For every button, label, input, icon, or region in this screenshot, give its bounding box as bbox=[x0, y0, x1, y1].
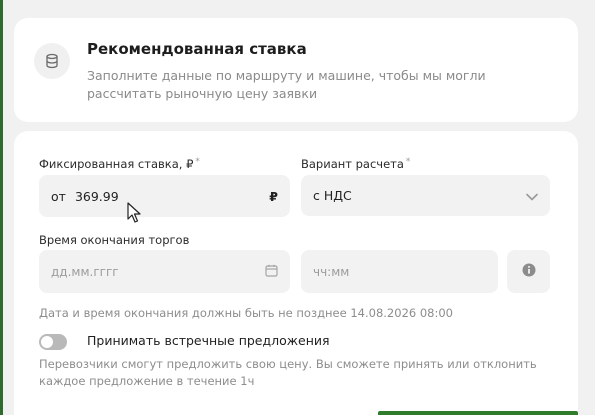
rate-prefix: от bbox=[51, 188, 66, 204]
time-placeholder: чч:мм bbox=[313, 264, 350, 279]
calendar-icon[interactable] bbox=[265, 262, 278, 281]
required-mark-2: * bbox=[405, 157, 411, 167]
counter-offers-label: Принимать встречные предложения bbox=[87, 333, 330, 348]
end-time-label: Время окончания торгов bbox=[39, 233, 190, 247]
bottom-action-strip bbox=[378, 411, 578, 415]
info-button[interactable] bbox=[507, 250, 550, 293]
counter-offers-hint: Перевозчики смогут предложить свою цену.… bbox=[39, 357, 537, 388]
deadline-hint: Дата и время окончания должны быть не по… bbox=[39, 306, 453, 320]
fixed-rate-label: Фиксированная ставка, ₽ * bbox=[39, 157, 200, 171]
date-placeholder: дд.мм.гггг bbox=[51, 264, 119, 279]
end-date-input[interactable]: дд.мм.гггг bbox=[39, 250, 290, 293]
card-description: Заполните данные по маршруту и машине, ч… bbox=[87, 68, 486, 101]
recommended-rate-card: Рекомендованная ставка Заполните данные … bbox=[14, 18, 578, 122]
card-title: Рекомендованная ставка bbox=[87, 40, 307, 58]
mouse-cursor-icon bbox=[127, 202, 141, 228]
counter-offers-toggle[interactable] bbox=[39, 334, 67, 350]
chevron-down-icon bbox=[526, 186, 538, 205]
rate-value: 369.99 bbox=[74, 188, 119, 204]
calc-variant-label: Вариант расчета * bbox=[301, 157, 410, 171]
left-edge-bar bbox=[0, 0, 3, 415]
calc-variant-value: с НДС bbox=[313, 188, 352, 203]
info-icon bbox=[522, 262, 536, 281]
calc-variant-label-text: Вариант расчета bbox=[301, 157, 404, 171]
end-time-input[interactable]: чч:мм bbox=[301, 250, 498, 293]
toggle-knob bbox=[41, 336, 53, 348]
calc-variant-select[interactable]: с НДС bbox=[301, 175, 550, 216]
rate-form: Фиксированная ставка, ₽ * от 369.99 ₽ Вар… bbox=[14, 131, 578, 415]
ruble-icon: ₽ bbox=[269, 188, 278, 204]
database-icon bbox=[34, 43, 70, 79]
required-mark: * bbox=[195, 157, 200, 167]
fixed-rate-label-text: Фиксированная ставка, ₽ bbox=[39, 157, 194, 171]
fixed-rate-input[interactable]: от 369.99 ₽ bbox=[39, 175, 290, 217]
